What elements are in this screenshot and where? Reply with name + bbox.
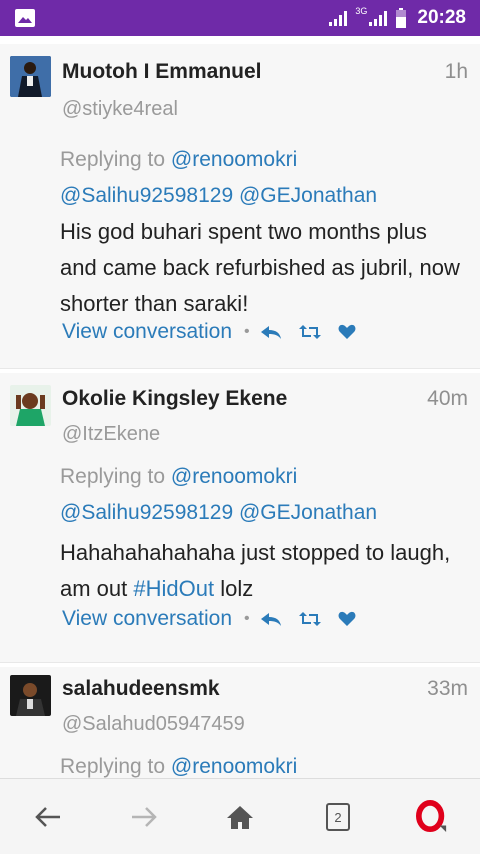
reply-icon[interactable] [260,324,282,340]
opera-logo-icon [416,800,447,833]
user-avatar-image [10,56,51,97]
network-type: 3G [355,6,368,16]
back-button[interactable] [32,801,64,833]
forward-button[interactable] [128,801,160,833]
wifi-signal-icon [329,11,348,26]
tweet-actions: View conversation • [62,320,372,344]
tab-count: 2 [326,803,350,831]
arrow-left-icon [35,807,60,827]
retweet-icon[interactable] [298,324,322,340]
author-name[interactable]: salahudeensmk [62,677,220,701]
avatar[interactable] [10,675,51,716]
home-icon [227,806,253,829]
author-handle[interactable]: @ItzEkene [62,423,160,446]
mention-link[interactable]: @renoomokri [171,755,297,778]
tweet-feed[interactable]: Muotoh I Emmanuel 1h @stiyke4real Replyi… [0,36,480,778]
avatar[interactable] [10,385,51,426]
author-name[interactable]: Muotoh I Emmanuel [62,60,262,84]
mention-link[interactable]: @renoomokri [171,465,297,488]
author-handle[interactable]: @stiyke4real [62,98,178,121]
view-conversation-link[interactable]: View conversation [62,607,232,631]
user-avatar-image [10,385,51,426]
tweet-text: Hahahahahahaha just stopped to laugh, am… [60,540,451,601]
mention-link[interactable]: @GEJonathan [239,501,377,524]
hashtag-link[interactable]: #HidOut [133,576,214,601]
replying-to: Replying to @renoomokri @Salihu92598129 … [60,459,465,531]
replying-label: Replying to [60,465,166,488]
battery-icon [396,8,407,28]
home-button[interactable] [224,801,256,833]
gallery-notification-icon [15,9,35,27]
author-name[interactable]: Okolie Kingsley Ekene [62,387,287,411]
like-heart-icon[interactable] [338,611,356,627]
reply-icon[interactable] [260,611,282,627]
tweet-item[interactable]: Muotoh I Emmanuel 1h @stiyke4real Replyi… [0,44,480,369]
tweet-item[interactable]: Okolie Kingsley Ekene 40m @ItzEkene Repl… [0,373,480,663]
cell-signal-icon [369,11,388,26]
tweet-time[interactable]: 1h [445,60,468,84]
arrow-right-icon [132,807,157,827]
status-bar: 3G 20:28 [0,0,480,36]
author-handle[interactable]: @Salahud05947459 [62,713,245,736]
replying-label: Replying to [60,148,166,171]
tabs-button[interactable]: 2 [322,801,354,833]
tweet-time[interactable]: 40m [427,387,468,411]
mention-link[interactable]: @GEJonathan [239,184,377,207]
mention-link[interactable]: @Salihu92598129 [60,184,233,207]
avatar[interactable] [10,56,51,97]
replying-to: Replying to @renoomokri @Salihu92598129 … [60,142,465,214]
replying-to: Replying to @renoomokri [60,749,465,778]
replying-label: Replying to [60,755,166,778]
retweet-icon[interactable] [298,611,322,627]
tweet-text: His god buhari spent two months plus and… [60,219,460,316]
view-conversation-link[interactable]: View conversation [62,320,232,344]
browser-bottom-bar: 2 [0,778,480,854]
opera-menu-button[interactable] [416,800,448,833]
mention-link[interactable]: @Salihu92598129 [60,501,233,524]
mention-link[interactable]: @renoomokri [171,148,297,171]
tweet-time[interactable]: 33m [427,677,468,701]
user-avatar-image [10,675,51,716]
clock: 20:28 [417,7,466,28]
tweet-actions: View conversation • [62,607,372,631]
like-heart-icon[interactable] [338,324,356,340]
tweet-item[interactable]: salahudeensmk 33m @Salahud05947459 Reply… [0,667,480,778]
